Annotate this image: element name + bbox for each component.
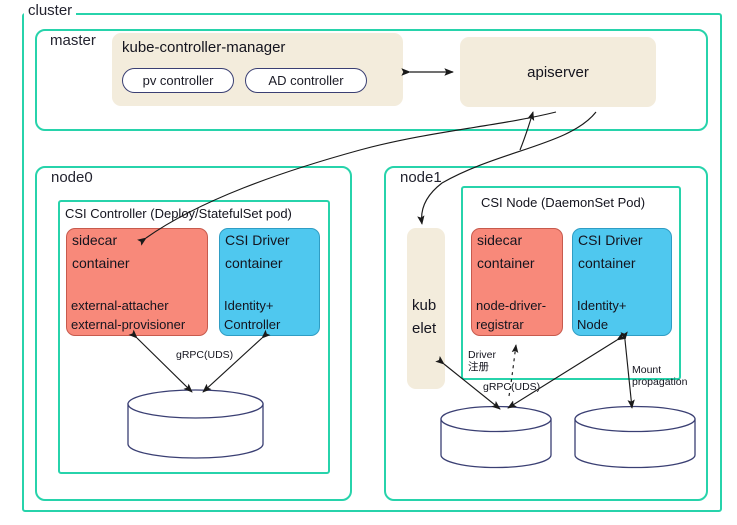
node0-driver-detail1: Identity+ — [224, 298, 274, 313]
node1-driver-line2: container — [578, 255, 636, 271]
kubelet-line1: kub — [412, 297, 437, 314]
node0-sidecar-detail1: external-attacher — [71, 298, 169, 313]
cluster-label: cluster — [24, 2, 77, 19]
node0-sidecar-detail2: external-provisioner — [71, 317, 186, 332]
mount-propagation-line1: Mount — [632, 364, 662, 376]
node1-sidecar-detail1: node-driver- — [476, 298, 547, 313]
node1-driver-detail2: Node — [577, 317, 609, 332]
apiserver-label: apiserver — [527, 63, 589, 81]
hostpath-volume-line2: Volume — [473, 443, 519, 458]
node0-driver-detail2: Controller — [224, 317, 281, 332]
apiserver-box: apiserver — [460, 37, 656, 107]
hostpath-kubelet-line2: /var/lib/kubelet — [591, 443, 679, 458]
diagram-canvas: cluster master kube-controller-manager p… — [0, 0, 737, 525]
node1-label: node1 — [400, 169, 442, 186]
node0-driver-line1: CSI Driver — [225, 232, 290, 248]
emptydir-volume-cylinder: EmptyDir Volume — [128, 394, 263, 456]
csi-controller-pod-title: CSI Controller (Deploy/StatefulSet pod) — [65, 206, 292, 221]
node0-sidecar-line2: container — [72, 255, 130, 271]
kubelet-line2: elet — [412, 320, 437, 337]
master-label: master — [50, 32, 96, 49]
mount-propagation-label: Mount propagation — [632, 364, 687, 388]
hostpath-volume-cylinder: hostPath Volume — [441, 409, 551, 471]
node1-driver-detail1: Identity+ — [577, 298, 627, 313]
node1-grpc-label: gRPC(UDS) — [483, 381, 541, 393]
driver-register-line2: 注册 — [468, 361, 489, 373]
node0-sidecar-line1: sidecar — [72, 232, 118, 248]
kube-controller-manager-title: kube-controller-manager — [122, 39, 286, 56]
ad-controller-label: AD controller — [268, 73, 344, 88]
node0-grpc-label: gRPC(UDS) — [176, 349, 234, 361]
ad-controller-pill[interactable]: AD controller — [245, 68, 367, 93]
node1-sidecar-line1: sidecar — [477, 232, 523, 248]
node0-label: node0 — [51, 169, 93, 186]
node0-driver-line2: container — [225, 255, 283, 271]
node1-sidecar-detail2: registrar — [476, 317, 524, 332]
node1-driver-line1: CSI Driver — [578, 232, 643, 248]
pv-controller-label: pv controller — [142, 73, 214, 88]
driver-register-label: Driver 注册 — [468, 349, 496, 373]
csi-node-pod-title: CSI Node (DaemonSet Pod) — [481, 195, 646, 210]
hostpath-kubelet-line1: hostPath — [608, 425, 662, 440]
hostpath-volume-line1: hostPath — [469, 425, 523, 440]
driver-register-line1: Driver — [468, 349, 496, 361]
node1-sidecar-line2: container — [477, 255, 535, 271]
pv-controller-pill[interactable]: pv controller — [122, 68, 234, 93]
mount-propagation-line2: propagation — [632, 376, 688, 388]
hostpath-kubelet-cylinder: hostPath /var/lib/kubelet — [575, 409, 695, 471]
emptydir-volume-label: EmptyDir Volume — [143, 418, 248, 433]
